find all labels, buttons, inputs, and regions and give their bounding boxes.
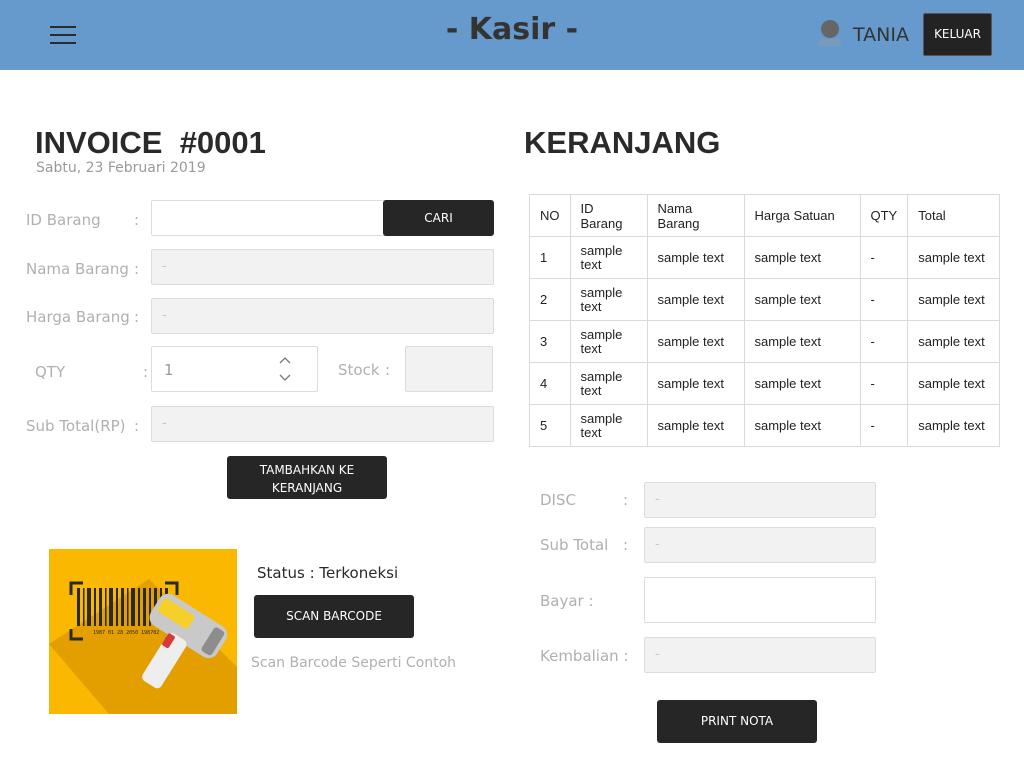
table-cell: - [859, 362, 909, 405]
table-cell: sample text [646, 362, 745, 405]
table-row[interactable]: 2 sample text sample text sample text - … [529, 278, 1000, 321]
nama-barang-colon: : [134, 260, 140, 278]
table-cell: sample text [743, 278, 861, 321]
table-cell: 4 [529, 362, 571, 405]
table-cell: - [859, 404, 909, 447]
table-cell: sample text [646, 278, 745, 321]
table-cell: 3 [529, 320, 571, 363]
column-header: NO [529, 194, 571, 237]
chevron-down-icon[interactable] [279, 373, 291, 383]
id-barang-colon: : [134, 211, 140, 229]
table-cell: sample text [569, 404, 648, 447]
table-cell: sample text [907, 362, 1000, 405]
cart-sub-total-field: - [644, 527, 876, 563]
kembalian-field: - [644, 637, 876, 673]
table-cell: sample text [743, 320, 861, 363]
sub-total-colon: : [134, 417, 140, 435]
user-name: TANIA [853, 24, 909, 46]
harga-barang-field: - [151, 298, 494, 334]
stock-colon: : [385, 361, 391, 379]
column-header: ID Barang [569, 194, 648, 237]
sub-total-label: Sub Total(RP) [26, 417, 126, 435]
table-cell: sample text [569, 278, 648, 321]
stock-field [405, 346, 493, 392]
scan-hint: Scan Barcode Seperti Contoh [251, 655, 457, 671]
table-cell: sample text [743, 362, 861, 405]
id-barang-input[interactable] [151, 200, 387, 236]
sub-total-field: - [151, 406, 494, 442]
table-header-row: NO ID Barang Nama Barang Harga Satuan QT… [529, 194, 1000, 237]
invoice-title: INVOICE #0001 [35, 125, 266, 160]
table-cell: sample text [569, 362, 648, 405]
top-bar: - Kasir - TANIA KELUAR [0, 0, 1024, 70]
column-header: QTY [859, 194, 909, 237]
column-header: Nama Barang [646, 194, 745, 237]
table-row[interactable]: 3 sample text sample text sample text - … [529, 320, 1000, 363]
logout-button[interactable]: KELUAR [923, 13, 992, 56]
table-row[interactable]: 1 sample text sample text sample text - … [529, 236, 1000, 279]
cart-table: NO ID Barang Nama Barang Harga Satuan QT… [529, 194, 1000, 447]
harga-barang-label: Harga Barang [26, 308, 130, 326]
table-cell: sample text [569, 236, 648, 279]
table-cell: sample text [646, 404, 745, 447]
qty-colon: : [143, 363, 149, 381]
disc-colon: : [623, 491, 629, 509]
table-cell: sample text [743, 236, 861, 279]
cart-title: KERANJANG [524, 125, 721, 160]
nama-barang-field: - [151, 249, 494, 285]
column-header: Total [907, 194, 1000, 237]
barcode-digits: 1987 01 28 2050 198702 [93, 630, 159, 636]
table-cell: 1 [529, 236, 571, 279]
bayar-label: Bayar : [540, 592, 594, 610]
search-button[interactable]: CARI [383, 200, 494, 236]
disc-label: DISC [540, 491, 576, 509]
table-cell: 5 [529, 404, 571, 447]
cart-sub-total-label: Sub Total [540, 536, 609, 554]
table-cell: sample text [907, 278, 1000, 321]
qty-label: QTY [35, 363, 66, 381]
table-cell: - [859, 278, 909, 321]
table-cell: sample text [907, 320, 1000, 363]
table-cell: 2 [529, 278, 571, 321]
stock-label: Stock [338, 361, 380, 379]
invoice-date: Sabtu, 23 Februari 2019 [36, 160, 206, 176]
user-icon [819, 20, 841, 46]
kembalian-label: Kembalian : [540, 647, 629, 665]
table-row[interactable]: 4 sample text sample text sample text - … [529, 362, 1000, 405]
table-cell: sample text [569, 320, 648, 363]
bayar-input[interactable] [644, 577, 876, 623]
table-cell: - [859, 320, 909, 363]
column-header: Harga Satuan [743, 194, 861, 237]
chevron-up-icon[interactable] [279, 355, 291, 365]
connection-status: Status : Terkoneksi [257, 564, 399, 582]
scan-barcode-button[interactable]: SCAN BARCODE [254, 595, 414, 638]
disc-field: - [644, 482, 876, 518]
table-cell: - [859, 236, 909, 279]
id-barang-label: ID Barang [26, 211, 101, 229]
table-cell: sample text [907, 404, 1000, 447]
table-cell: sample text [646, 320, 745, 363]
print-nota-button[interactable]: PRINT NOTA [657, 700, 817, 743]
add-to-cart-button[interactable]: TAMBAHKAN KE KERANJANG [227, 456, 387, 499]
cart-sub-total-colon: : [623, 536, 629, 554]
table-cell: sample text [646, 236, 745, 279]
qty-value: 1 [164, 361, 174, 379]
table-row[interactable]: 5 sample text sample text sample text - … [529, 404, 1000, 447]
qty-stepper[interactable]: 1 [151, 346, 318, 392]
table-cell: sample text [743, 404, 861, 447]
table-cell: sample text [907, 236, 1000, 279]
barcode-scanner-icon: 1987 01 28 2050 198702 [49, 549, 237, 714]
harga-barang-colon: : [134, 308, 140, 326]
nama-barang-label: Nama Barang [26, 260, 129, 278]
